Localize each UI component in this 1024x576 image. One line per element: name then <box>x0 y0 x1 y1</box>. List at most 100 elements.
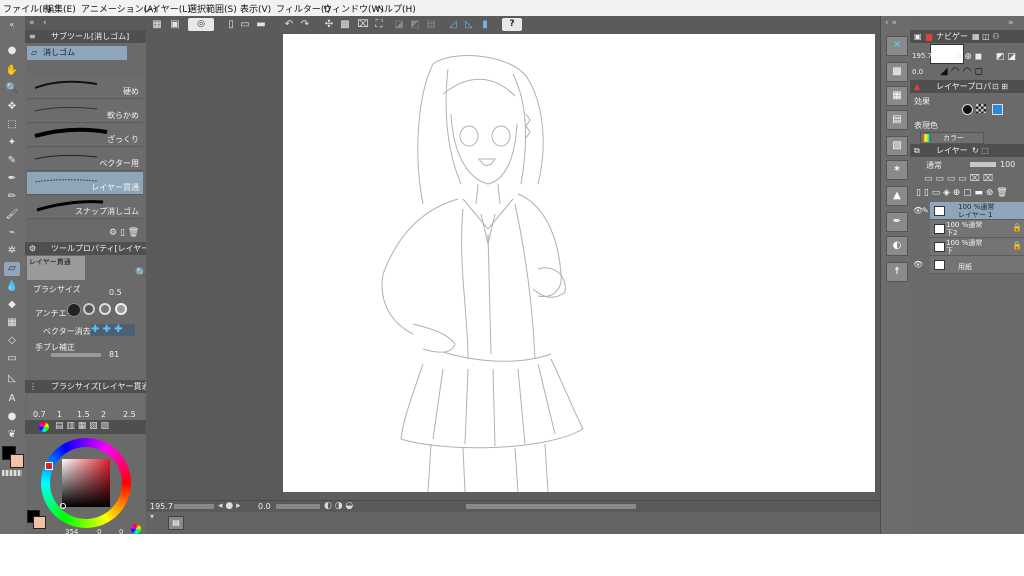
brush-row-snap[interactable]: スナップ消しゴム <box>27 196 143 219</box>
layout-icon[interactable]: ▣ <box>168 18 182 31</box>
pencil-tool-icon[interactable]: ✏ <box>4 190 20 204</box>
eraser-tool-icon[interactable]: ▱ <box>4 262 20 276</box>
tone-material-icon[interactable]: ▤ <box>886 110 908 130</box>
airbrush-tool-icon[interactable]: ⌁ <box>4 226 20 240</box>
character-material-icon[interactable]: ☨ <box>886 262 908 282</box>
ruler-snap-icon[interactable]: ◿ <box>446 18 460 31</box>
layer-property-tabs-icons[interactable]: ⊡ ⊞ <box>992 80 1008 93</box>
zoom-tool-icon[interactable]: ● <box>4 44 20 58</box>
timeline-icon[interactable]: ▤ <box>168 516 184 530</box>
correct-line-tool-icon[interactable]: ❦ <box>4 428 20 442</box>
decoration-tool-icon[interactable]: ✲ <box>4 244 20 258</box>
pen-material-icon[interactable]: ✒ <box>886 212 908 232</box>
selection-tool-icon[interactable]: ⬚ <box>4 118 20 132</box>
fill-selection-icon[interactable]: ▩ <box>338 18 352 31</box>
tone-effect-icon[interactable] <box>976 104 986 113</box>
antialias-weak-option[interactable] <box>83 303 95 315</box>
blend-mode-select[interactable]: 通常 <box>926 160 942 171</box>
ruler-tool-icon[interactable]: ◺ <box>4 372 20 386</box>
gradient-tool-icon[interactable]: ▦ <box>4 316 20 330</box>
lock-icon[interactable]: 🔒 <box>1012 223 1022 232</box>
new-file-icon[interactable]: ▯ <box>224 18 238 31</box>
border-effect-icon[interactable] <box>962 104 973 115</box>
help-icon[interactable]: ? <box>502 18 522 31</box>
transform-icon[interactable]: ⛶ <box>372 18 386 31</box>
canvas-angle-slider[interactable] <box>276 504 320 509</box>
canvas-scrollbar-horizontal[interactable] <box>466 504 636 509</box>
menu-view[interactable]: 表示(V) <box>240 2 271 15</box>
frame-tool-icon[interactable]: ▭ <box>4 352 20 366</box>
brush-size-preset[interactable]: 1.5 <box>77 410 90 419</box>
stabilization-value[interactable]: 81 <box>109 350 119 359</box>
fill-tool-icon[interactable]: ◆ <box>4 298 20 312</box>
layer-item-lower2[interactable]: 100 %通常 下2 🔒 <box>930 220 1024 238</box>
blend-tool-icon[interactable]: 💧 <box>4 280 20 294</box>
antialias-none-option[interactable] <box>67 303 81 317</box>
material-icon[interactable]: ✕ <box>886 36 908 56</box>
pen-tool-icon[interactable]: ✒ <box>4 172 20 186</box>
menu-selection[interactable]: 選択範囲(S) <box>188 2 237 15</box>
new-subtool-icon[interactable]: ▯ <box>120 228 125 238</box>
balloon-material-icon[interactable]: ◐ <box>886 236 908 256</box>
move-tool-icon[interactable]: ✥ <box>4 100 20 114</box>
clear-icon[interactable]: ✣ <box>322 18 336 31</box>
sub-color-chip[interactable] <box>33 516 46 529</box>
expression-color-select[interactable]: カラー <box>920 132 984 144</box>
open-file-icon[interactable]: ▭ <box>238 18 252 31</box>
lock-icon[interactable]: 🔒 <box>1012 241 1022 250</box>
flip-buttons[interactable]: ◩ ◪ <box>996 52 1016 62</box>
magnifier-tool-icon[interactable]: 🔍 <box>4 82 20 96</box>
show-area-icon[interactable]: ◩ <box>408 18 422 31</box>
layer-option-icons[interactable]: ▭ ▭ ▭ ▭ ⌧ ⌧ <box>924 174 993 184</box>
navigator-tabs-icons[interactable]: ▦ ◫ ⚇ <box>972 30 999 43</box>
canvas-zoom-slider[interactable] <box>174 504 214 509</box>
navigator-zoom-buttons[interactable]: ⊖ ⊕ ◼ <box>954 52 982 62</box>
opacity-slider[interactable] <box>970 162 996 167</box>
brush-row-soft[interactable]: 軟らかめ <box>27 100 143 123</box>
save-icon[interactable]: ▬ <box>254 18 268 31</box>
balloon-tool-icon[interactable]: ● <box>4 410 20 424</box>
undo-icon[interactable]: ↶ <box>282 18 296 31</box>
crop-icon[interactable]: ◪ <box>392 18 406 31</box>
layer-item-paper[interactable]: 用紙 <box>930 256 1024 274</box>
image-material-icon[interactable]: ▦ <box>886 86 908 106</box>
navigator-angle-value[interactable]: 0.0 <box>912 68 923 76</box>
hue-marker[interactable] <box>45 462 53 470</box>
brush-row-hard[interactable]: 硬め <box>27 76 143 99</box>
navigator-rotate-icons[interactable]: ◢ ◠ ◠ ◻ <box>940 66 983 77</box>
material-folder-icon[interactable]: ▩ <box>886 62 908 82</box>
brush-size-preset[interactable]: 2 <box>101 410 106 419</box>
close-panel-icon[interactable]: » <box>1008 18 1014 28</box>
rotate-buttons-icon[interactable]: ◐ ◑ ◒ <box>324 501 353 511</box>
layer-color-effect-icon[interactable] <box>992 104 1003 115</box>
figure-tool-icon[interactable]: ◇ <box>4 334 20 348</box>
antialias-strong-option[interactable] <box>115 303 127 315</box>
navigator-title[interactable]: ナビゲー <box>936 30 968 43</box>
brush-size-value[interactable]: 0.5 <box>109 288 122 297</box>
canvas-angle-value[interactable]: 0.0 <box>258 502 271 511</box>
special-ruler-snap-icon[interactable]: ◺ <box>462 18 476 31</box>
layer-item-lower[interactable]: 100 %通常 下 🔒 <box>930 238 1024 256</box>
brush-size-preset[interactable]: 1 <box>57 410 62 419</box>
brush-tool-icon[interactable]: 🖌 <box>4 208 20 222</box>
menu-edit[interactable]: 編集(E) <box>45 2 76 15</box>
color-tabs-icons[interactable]: ▤ ▥ ▦ ▧ ▨ <box>55 421 109 431</box>
opacity-value[interactable]: 100 <box>1000 160 1015 169</box>
antialias-medium-option[interactable] <box>99 303 111 315</box>
color-mode-icon[interactable] <box>131 524 141 534</box>
paper-visibility-icon[interactable]: 👁 <box>913 260 923 270</box>
brush-material-icon[interactable]: ✶ <box>886 160 908 180</box>
subtool-settings-icon[interactable]: ⚙ <box>109 228 117 238</box>
collapse-right-icon[interactable]: ‹ » <box>885 18 897 28</box>
delete-subtool-icon[interactable]: 🗑 <box>128 228 139 238</box>
menu-icon[interactable]: ≡ <box>29 30 36 43</box>
color-wheel-tab-icon[interactable] <box>39 422 49 432</box>
brush-row-vector[interactable]: ベクター用 <box>27 148 143 171</box>
subtool-group-tab[interactable]: ▱ 消しゴム <box>27 46 127 60</box>
zoom-buttons-icon[interactable]: ◂ ● ▸ <box>218 501 241 511</box>
auto-select-tool-icon[interactable]: ✦ <box>4 136 20 150</box>
menu-file[interactable]: ファイル(F) <box>3 2 51 15</box>
vector-erase-options[interactable]: ✚ ✚ ✚ <box>91 324 135 336</box>
expand-icon[interactable]: « <box>29 16 35 30</box>
grid-icon[interactable]: ▦ <box>150 18 164 31</box>
